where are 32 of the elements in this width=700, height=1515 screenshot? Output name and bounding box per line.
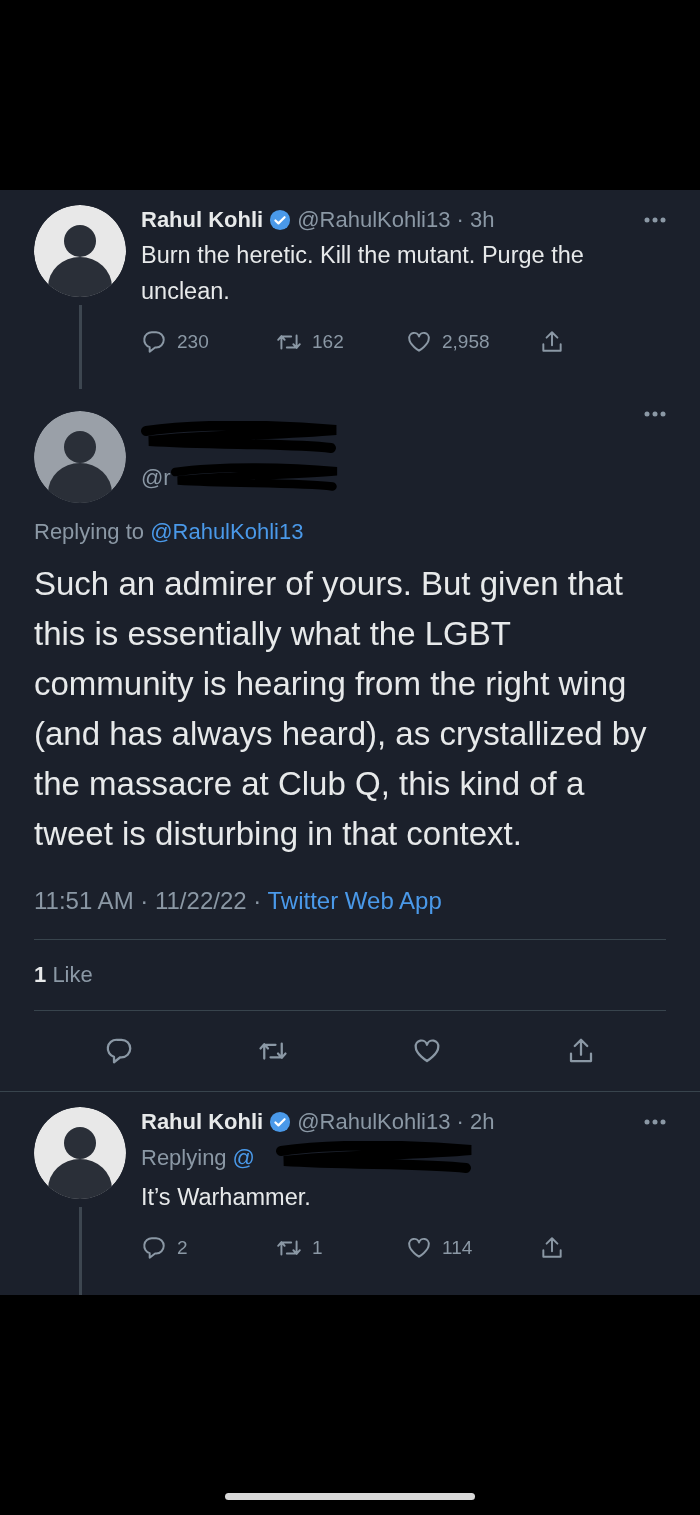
tweet-text: It’s Warhammer.: [141, 1183, 312, 1212]
author-name[interactable]: Rahul Kohli: [141, 1109, 264, 1135]
reply-count: 2: [177, 1237, 188, 1259]
tweet-text: Such an admirer of yours. But given that this is essentially what the LGBT community is hearing from the right wing (and has always heard), as crystallized by the massacre at Club Q, this kind of a tweet is disturbing in that context.: [34, 564, 648, 854]
more-icon[interactable]: [644, 1119, 666, 1125]
retweet-count: 162: [312, 331, 344, 353]
reply-icon[interactable]: [141, 1235, 167, 1261]
author-handle[interactable]: @RahulKohli13 · 3h: [297, 207, 495, 233]
mention-link[interactable]: @: [232, 1145, 255, 1171]
author-name[interactable]: Rahul Kohli: [141, 207, 264, 233]
tweet-text: Burn the heretic. Kill the mutant. Purge the unclean.: [141, 241, 585, 306]
avatar-icon[interactable]: [34, 1107, 126, 1199]
author-handle[interactable]: @RahulKohli13 · 2h: [297, 1109, 495, 1135]
more-icon[interactable]: [644, 217, 666, 223]
replying-label: Replying: [141, 1145, 227, 1171]
source-link[interactable]: Twitter Web App: [267, 887, 442, 914]
retweet-count: 1: [312, 1237, 323, 1259]
reply-icon[interactable]: [141, 329, 167, 355]
likes-count[interactable]: 1 Like: [34, 940, 666, 1011]
author-handle[interactable]: @r: [141, 465, 171, 491]
like-count: 114: [442, 1237, 473, 1259]
reply-icon[interactable]: [104, 1036, 134, 1066]
replying-to-text: Replying to @RahulKohli13: [34, 519, 305, 545]
mention-link[interactable]: @RahulKohli13: [150, 519, 304, 544]
like-count: 2,958: [442, 331, 490, 353]
more-icon[interactable]: [644, 411, 666, 417]
tweet-timestamp: 11:51 AM · 11/22/22 · Twitter Web App: [34, 887, 666, 940]
avatar-icon[interactable]: [34, 205, 126, 297]
share-icon[interactable]: [539, 329, 565, 355]
avatar-icon[interactable]: [34, 411, 126, 503]
share-icon[interactable]: [539, 1235, 565, 1261]
reply-count: 230: [177, 331, 209, 353]
